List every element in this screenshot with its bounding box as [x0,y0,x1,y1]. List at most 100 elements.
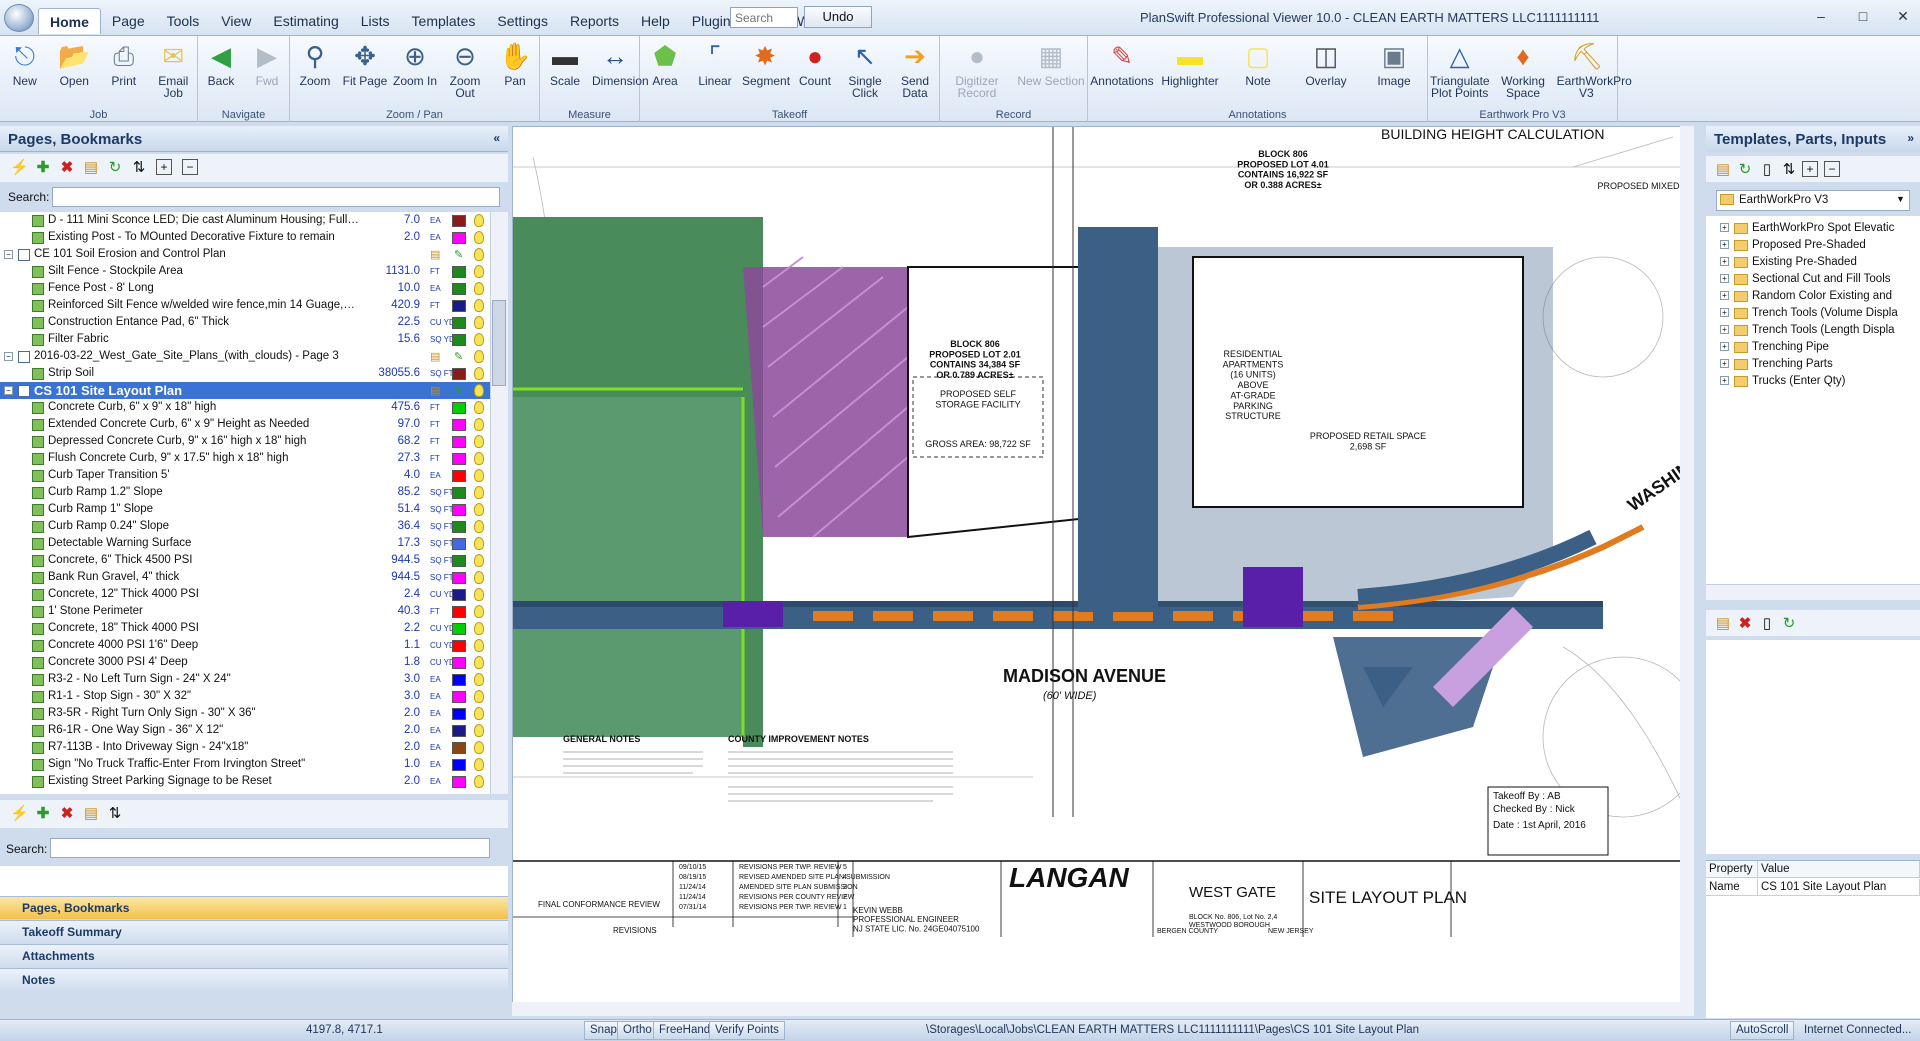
color-swatch[interactable] [452,555,466,567]
visibility-bulb-icon[interactable] [474,282,484,295]
collapse-node-icon[interactable]: − [4,386,13,395]
expand-node-icon[interactable]: + [1720,274,1729,283]
working-space-button[interactable]: ♦ Working Space [1491,40,1554,99]
fwd-button[interactable]: ▶ Fwd [244,40,290,87]
color-swatch[interactable] [452,504,466,516]
freehand-button[interactable]: FreeHand [653,1021,717,1040]
expand-node-icon[interactable]: + [1720,308,1729,317]
visibility-bulb-icon[interactable] [474,333,484,346]
visibility-bulb-icon[interactable] [474,350,484,363]
expand-all-icon[interactable]: + [1802,161,1818,177]
takeoff-item-row[interactable]: Concrete, 18" Thick 4000 PSI 2.2 CU YD [0,620,490,637]
color-swatch[interactable] [452,487,466,499]
template-tree-item[interactable]: + Random Color Existing and [1706,288,1920,305]
properties-icon[interactable]: ▯ [1758,161,1776,179]
maximize-icon[interactable]: □ [1848,8,1878,24]
takeoff-item-row[interactable]: Concrete, 6" Thick 4500 PSI 944.5 SQ FT [0,552,490,569]
takeoff-item-row[interactable]: Filter Fabric 15.6 SQ YD [0,331,490,348]
visibility-bulb-icon[interactable] [474,214,484,227]
single-click-button[interactable]: ↖ Single Click [840,40,890,99]
triangulate-plot-points-button[interactable]: △ Triangulate Plot Points [1428,40,1491,99]
takeoff-item-row[interactable]: R3-2 - No Left Turn Sign - 24" X 24" 3.0 E… [0,671,490,688]
visibility-bulb-icon[interactable] [474,571,484,584]
visibility-bulb-icon[interactable] [474,673,484,686]
lower-search-input[interactable] [50,838,490,858]
image-button[interactable]: ▣ Image [1360,40,1428,87]
pages-search-input[interactable] [52,187,500,207]
zoom-in-button[interactable]: ⊕ Zoom In [390,40,440,87]
new-section-button[interactable]: ▦ New Section [1014,40,1088,87]
scale-button[interactable]: ▬ Scale [540,40,590,87]
visibility-bulb-icon[interactable] [474,605,484,618]
digitizer-record-button[interactable]: ● Digitizer Record [940,40,1014,99]
template-tree-item[interactable]: + Trenching Pipe [1706,339,1920,356]
autoscroll-button[interactable]: AutoScroll [1730,1021,1795,1040]
fit-page-button[interactable]: ✥ Fit Page [340,40,390,87]
visibility-bulb-icon[interactable] [474,741,484,754]
takeoff-item-row[interactable]: Sign "No Truck Traffic-Enter From Irving… [0,756,490,773]
visibility-bulb-icon[interactable] [474,299,484,312]
search-input[interactable] [730,7,798,28]
folder-icon[interactable]: ▤ [1714,161,1732,179]
menu-help[interactable]: Help [630,8,681,34]
color-swatch[interactable] [452,436,466,448]
visibility-bulb-icon[interactable] [474,486,484,499]
sort-icon[interactable]: ⇅ [1780,161,1798,179]
color-swatch[interactable] [452,725,466,737]
color-swatch[interactable] [452,623,466,635]
takeoff-item-row[interactable]: R6-1R - One Way Sign - 36" X 12" 2.0 EA [0,722,490,739]
takeoff-item-row[interactable]: Curb Ramp 0.24" Slope 36.4 SQ FT [0,518,490,535]
add-icon[interactable]: ✚ [34,159,52,177]
minimize-icon[interactable]: – [1806,8,1836,24]
collapse-node-icon[interactable]: − [4,352,13,361]
accordion-attachments[interactable]: Attachments [0,944,508,967]
print-button[interactable]: ⎙ Print [99,40,149,87]
page-row[interactable]: − 2016-03-22_West_Gate_Site_Plans_(with_c… [0,348,490,365]
color-swatch[interactable] [452,589,466,601]
template-select[interactable]: EarthWorkPro V3 [1716,190,1910,211]
visibility-bulb-icon[interactable] [474,248,484,261]
takeoff-item-row[interactable]: Depressed Concrete Curb, 9" x 16" high x… [0,433,490,450]
area-button[interactable]: ⬟ Area [640,40,690,87]
expand-all-icon[interactable]: + [156,159,172,175]
color-swatch[interactable] [452,742,466,754]
color-swatch[interactable] [452,572,466,584]
takeoff-item-row[interactable]: Bank Run Gravel, 4" thick 944.5 SQ FT [0,569,490,586]
takeoff-item-row[interactable]: Detectable Warning Surface 17.3 SQ FT [0,535,490,552]
template-tree-item[interactable]: + Sectional Cut and Fill Tools [1706,271,1920,288]
color-swatch[interactable] [452,283,466,295]
zoom-out-button[interactable]: ⊖ Zoom Out [440,40,490,99]
color-swatch[interactable] [452,300,466,312]
takeoff-item-row[interactable]: Curb Ramp 1" Slope 51.4 SQ FT [0,501,490,518]
ortho-button[interactable]: Ortho [617,1021,658,1040]
takeoff-item-row[interactable]: D - 111 Mini Sconce LED; Die cast Alumin… [0,212,490,229]
expand-node-icon[interactable]: + [1720,223,1729,232]
folder-icon[interactable]: ▤ [1714,615,1732,633]
color-swatch[interactable] [452,640,466,652]
folder-icon[interactable]: ▤ [82,805,100,823]
bookmark-icon[interactable]: ⚡ [10,159,29,177]
visibility-bulb-icon[interactable] [474,622,484,635]
edit-icon[interactable]: ✎ [454,248,463,261]
takeoff-item-row[interactable]: Extended Concrete Curb, 6" x 9" Height a… [0,416,490,433]
color-swatch[interactable] [452,419,466,431]
color-swatch[interactable] [452,402,466,414]
menu-settings[interactable]: Settings [486,8,559,34]
canvas-vertical-scrollbar[interactable] [1680,126,1694,1016]
color-swatch[interactable] [452,521,466,533]
template-tree-item[interactable]: + Existing Pre-Shaded [1706,254,1920,271]
menu-estimating[interactable]: Estimating [262,8,349,34]
send-data-button[interactable]: ➔ Send Data [890,40,940,99]
color-swatch[interactable] [452,691,466,703]
templates-horizontal-scrollbar[interactable] [1706,584,1920,600]
page-row[interactable]: − CS 101 Site Layout Plan ▤ ✎ [0,382,490,399]
email-job-button[interactable]: ✉ Email Job [149,40,199,99]
visibility-bulb-icon[interactable] [474,690,484,703]
takeoff-item-row[interactable]: Concrete Curb, 6" x 9" x 18" high 475.6 FT [0,399,490,416]
properties-icon[interactable]: ▯ [1758,615,1776,633]
undo-button[interactable]: Undo [804,6,872,28]
color-swatch[interactable] [452,657,466,669]
color-swatch[interactable] [452,708,466,720]
pan-button[interactable]: ✋ Pan [490,40,540,87]
back-button[interactable]: ◀ Back [198,40,244,87]
